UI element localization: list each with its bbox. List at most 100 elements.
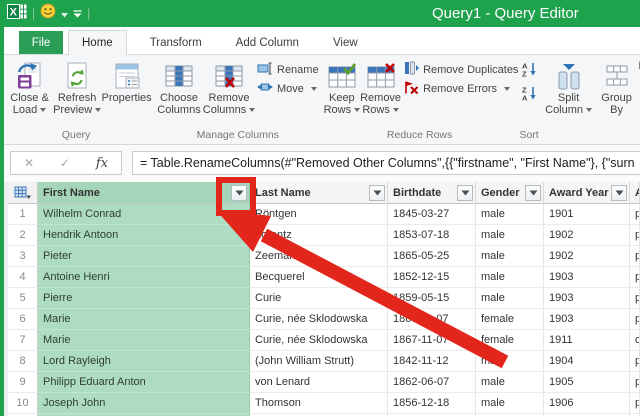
cell[interactable]: male <box>476 372 544 393</box>
column-header[interactable]: First Name <box>38 182 250 204</box>
cell[interactable]: ph <box>630 288 640 309</box>
cell[interactable]: Curie, née Sklodowska <box>250 330 388 351</box>
refresh-preview-button[interactable]: Refresh Preview <box>53 58 101 116</box>
sort-descending-button[interactable]: Z A <box>521 85 538 106</box>
cell[interactable]: Wilhelm Conrad <box>38 204 250 225</box>
cell[interactable]: Pierre <box>38 288 250 309</box>
cell[interactable]: 1904 <box>544 351 630 372</box>
cell[interactable]: ph <box>630 393 640 414</box>
filter-button[interactable] <box>525 185 541 201</box>
smiley-icon[interactable] <box>40 3 56 24</box>
cell[interactable]: Lord Rayleigh <box>38 351 250 372</box>
tab-transform[interactable]: Transform <box>137 31 215 54</box>
cell[interactable]: male <box>476 204 544 225</box>
cell[interactable]: 1911 <box>544 330 630 351</box>
column-header[interactable]: Award Year <box>544 182 630 204</box>
row-number[interactable]: 10 <box>8 393 38 414</box>
filter-button[interactable] <box>611 185 627 201</box>
cell[interactable]: ph <box>630 351 640 372</box>
rename-button[interactable]: Rename <box>254 61 322 78</box>
cell[interactable]: 1862-06-07 <box>388 372 476 393</box>
cell[interactable]: Lorentz <box>250 225 388 246</box>
cell[interactable]: (John William Strutt) <box>250 351 388 372</box>
cell[interactable]: Curie, née Sklodowska <box>250 309 388 330</box>
cell[interactable]: Becquerel <box>250 267 388 288</box>
tab-file[interactable]: File <box>19 31 63 54</box>
choose-columns-button[interactable]: Choose Columns <box>154 58 204 116</box>
cell[interactable]: 1902 <box>544 246 630 267</box>
cell[interactable]: Marie <box>38 330 250 351</box>
remove-duplicates-button[interactable]: Remove Duplicates <box>401 61 521 78</box>
cell[interactable]: ph <box>630 309 640 330</box>
cell[interactable]: Thomson <box>250 393 388 414</box>
row-number[interactable]: 8 <box>8 351 38 372</box>
sort-ascending-button[interactable]: A Z <box>521 61 538 82</box>
cell[interactable]: ph <box>630 246 640 267</box>
column-header[interactable]: Birthdate <box>388 182 476 204</box>
column-header[interactable]: Last Name <box>250 182 388 204</box>
cell[interactable]: 1852-12-15 <box>388 267 476 288</box>
cell[interactable]: ph <box>630 225 640 246</box>
cell[interactable]: 1906 <box>544 393 630 414</box>
remove-columns-button[interactable]: Remove Columns <box>204 58 254 116</box>
cell[interactable]: ph <box>630 267 640 288</box>
keep-rows-button[interactable]: Keep Rows <box>324 58 361 116</box>
cell[interactable]: male <box>476 393 544 414</box>
cancel-icon[interactable]: ✕ <box>24 156 34 170</box>
row-number[interactable]: 7 <box>8 330 38 351</box>
row-number[interactable]: 9 <box>8 372 38 393</box>
cell[interactable]: Pieter <box>38 246 250 267</box>
remove-rows-button[interactable]: Remove Rows <box>360 58 401 116</box>
cell[interactable]: male <box>476 351 544 372</box>
cell[interactable]: Marie <box>38 309 250 330</box>
row-number[interactable]: 4 <box>8 267 38 288</box>
cell[interactable]: 1865-05-25 <box>388 246 476 267</box>
cell[interactable]: 1842-11-12 <box>388 351 476 372</box>
row-number[interactable]: 2 <box>8 225 38 246</box>
row-number[interactable]: 3 <box>8 246 38 267</box>
filter-button[interactable] <box>231 185 247 201</box>
filter-button[interactable] <box>457 185 473 201</box>
cell[interactable]: von Lenard <box>250 372 388 393</box>
cell[interactable]: 1859-05-15 <box>388 288 476 309</box>
column-header[interactable]: Aw <box>630 182 640 204</box>
cell[interactable]: female <box>476 330 544 351</box>
group-by-button[interactable]: Group By <box>595 58 639 116</box>
cell[interactable]: Joseph John <box>38 393 250 414</box>
cell[interactable]: 1903 <box>544 288 630 309</box>
select-all-button[interactable] <box>8 182 38 204</box>
cell[interactable]: 1856-12-18 <box>388 393 476 414</box>
column-header[interactable]: Gender <box>476 182 544 204</box>
cell[interactable]: 1845-03-27 <box>388 204 476 225</box>
cell[interactable]: Philipp Eduard Anton <box>38 372 250 393</box>
split-column-button[interactable]: Split Column <box>543 58 595 116</box>
cell[interactable]: 1905 <box>544 372 630 393</box>
customize-toolbar-icon[interactable] <box>73 5 82 23</box>
fx-icon[interactable]: fx <box>96 156 108 171</box>
cell[interactable]: Curie <box>250 288 388 309</box>
properties-button[interactable]: Properties <box>101 58 152 104</box>
tab-home[interactable]: Home <box>68 30 127 55</box>
formula-input[interactable]: = Table.RenameColumns(#"Removed Other Co… <box>132 151 640 175</box>
cell[interactable]: 1901 <box>544 204 630 225</box>
cell[interactable]: 1867-11-07 <box>388 330 476 351</box>
tab-add-column[interactable]: Add Column <box>223 31 312 54</box>
cell[interactable]: 1867-11-07 <box>388 309 476 330</box>
cell[interactable]: 1903 <box>544 267 630 288</box>
cell[interactable]: male <box>476 288 544 309</box>
cell[interactable]: ch <box>630 330 640 351</box>
cell[interactable]: Hendrik Antoon <box>38 225 250 246</box>
cell[interactable]: 1903 <box>544 309 630 330</box>
cell[interactable]: 1902 <box>544 225 630 246</box>
cell[interactable]: Antoine Henri <box>38 267 250 288</box>
row-number[interactable]: 5 <box>8 288 38 309</box>
cell[interactable]: male <box>476 267 544 288</box>
cell[interactable]: Röntgen <box>250 204 388 225</box>
cell[interactable]: Zeeman <box>250 246 388 267</box>
move-button[interactable]: Move <box>254 80 322 97</box>
row-number[interactable]: 1 <box>8 204 38 225</box>
cell[interactable]: male <box>476 225 544 246</box>
close-and-load-button[interactable]: Close & Load <box>6 58 53 116</box>
cell[interactable]: male <box>476 246 544 267</box>
cell[interactable]: female <box>476 309 544 330</box>
